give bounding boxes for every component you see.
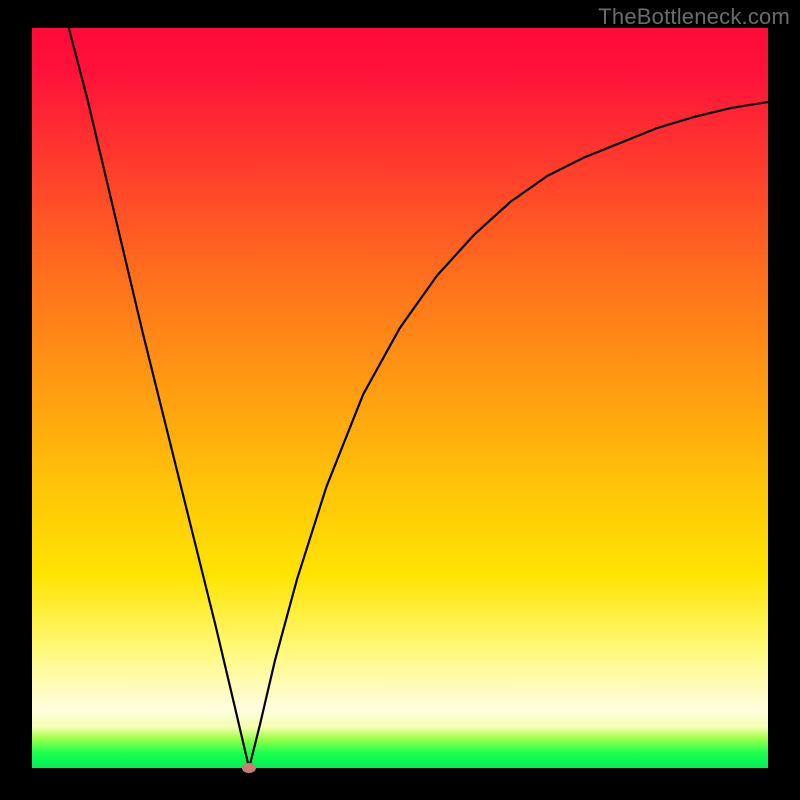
curve-path bbox=[69, 28, 768, 768]
chart-frame: TheBottleneck.com bbox=[0, 0, 800, 800]
optimal-point-marker bbox=[242, 763, 256, 773]
plot-area bbox=[32, 28, 768, 768]
watermark-text: TheBottleneck.com bbox=[598, 4, 790, 30]
bottleneck-curve bbox=[32, 28, 768, 768]
